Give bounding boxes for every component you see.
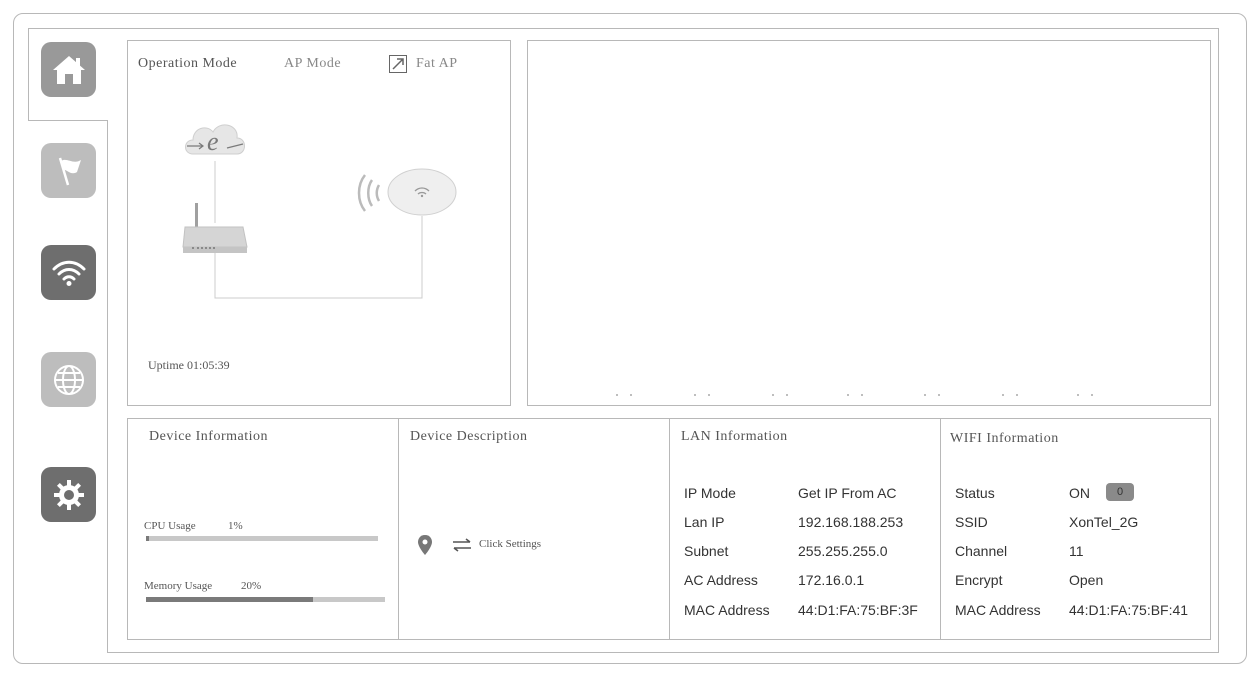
wifi-status-key: Status bbox=[955, 485, 995, 501]
memory-usage-bar bbox=[146, 597, 385, 602]
info-row: Device Information CPU Usage 1% Memory U… bbox=[127, 418, 1211, 640]
wifi-key: MAC Address bbox=[955, 602, 1041, 618]
wifi-information-title: WIFI Information bbox=[950, 431, 1059, 446]
lan-value: 192.168.188.253 bbox=[798, 514, 904, 530]
home-icon bbox=[52, 55, 85, 84]
location-pin-icon bbox=[418, 535, 432, 555]
device-information-title: Device Information bbox=[149, 429, 269, 444]
click-settings-link[interactable]: Click Settings bbox=[479, 538, 541, 550]
lan-information-title: LAN Information bbox=[681, 429, 788, 444]
device-description-title: Device Description bbox=[410, 429, 528, 444]
lan-value: 44:D1:FA:75:BF:3F bbox=[798, 602, 918, 618]
wifi-status-toggle[interactable]: 0 bbox=[1106, 483, 1134, 501]
router-icon bbox=[182, 203, 248, 253]
wifi-value: XonTel_2G bbox=[1069, 514, 1139, 530]
uptime-label: Uptime 01:05:39 bbox=[148, 358, 230, 372]
cpu-usage-value: 1% bbox=[228, 520, 243, 532]
memory-usage-label: Memory Usage bbox=[144, 580, 213, 592]
operation-mode-panel: Operation Mode AP Mode Fat AP e Uptime 0… bbox=[127, 40, 511, 406]
gear-icon bbox=[53, 479, 84, 510]
flag-icon bbox=[58, 157, 81, 185]
cpu-usage-label: CPU Usage bbox=[144, 520, 196, 532]
nav-home-button[interactable] bbox=[41, 42, 96, 97]
nav-network-button[interactable] bbox=[41, 352, 96, 407]
lan-key: Lan IP bbox=[684, 514, 725, 530]
wifi-key: Encrypt bbox=[955, 572, 1003, 588]
wifi-icon bbox=[52, 260, 85, 286]
wifi-key: Channel bbox=[955, 543, 1008, 559]
wifi-value: 44:D1:FA:75:BF:41 bbox=[1069, 602, 1189, 618]
ceiling-ap-icon bbox=[357, 168, 457, 216]
swap-arrows-icon bbox=[453, 538, 471, 552]
lan-key: IP Mode bbox=[684, 485, 736, 501]
wifi-value: Open bbox=[1069, 572, 1104, 588]
wifi-key: SSID bbox=[955, 514, 988, 530]
lan-key: Subnet bbox=[684, 543, 729, 559]
nav-wifi-button[interactable] bbox=[41, 245, 96, 300]
nav-settings-button[interactable] bbox=[41, 467, 96, 522]
memory-usage-value: 20% bbox=[241, 580, 262, 592]
lan-value: Get IP From AC bbox=[798, 485, 897, 501]
memory-usage-fill bbox=[146, 597, 314, 602]
traffic-chart-panel bbox=[527, 40, 1211, 406]
wifi-status-value: ON bbox=[1069, 485, 1090, 501]
lan-key: AC Address bbox=[684, 572, 758, 588]
cpu-usage-fill bbox=[146, 536, 150, 541]
lan-key: MAC Address bbox=[684, 602, 770, 618]
svg-text:e: e bbox=[207, 127, 219, 156]
nav-flag-button[interactable] bbox=[41, 143, 96, 198]
lan-value: 172.16.0.1 bbox=[798, 572, 865, 588]
lan-value: 255.255.255.0 bbox=[798, 543, 888, 559]
cpu-usage-bar bbox=[146, 536, 378, 541]
wifi-value: 11 bbox=[1069, 543, 1084, 559]
internet-cloud-icon: e bbox=[185, 124, 245, 156]
globe-icon bbox=[53, 364, 84, 395]
